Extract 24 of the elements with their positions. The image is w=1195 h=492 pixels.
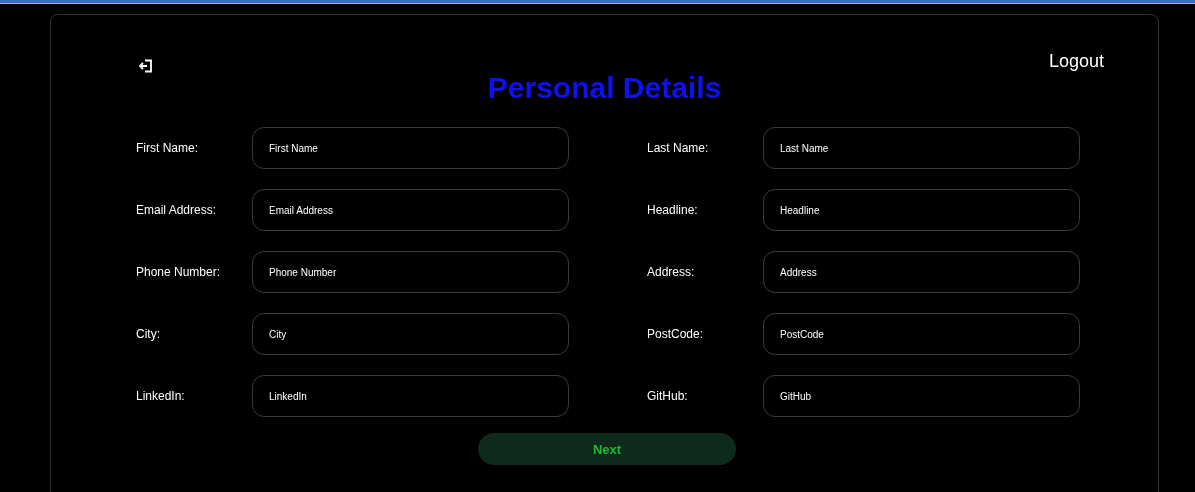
field-label: Last Name:	[647, 141, 710, 155]
input-field[interactable]: Last Name	[763, 127, 1080, 169]
field-label: First Name:	[136, 141, 199, 155]
input-field[interactable]: Headline	[763, 189, 1080, 231]
field-label: PostCode:	[647, 327, 705, 341]
next-button[interactable]: Next	[478, 433, 736, 465]
input-field[interactable]: Address	[763, 251, 1080, 293]
field-label: GitHub:	[647, 389, 689, 403]
field-label: City:	[136, 327, 161, 341]
input-field[interactable]: First Name	[252, 127, 569, 169]
input-field[interactable]: PostCode	[763, 313, 1080, 355]
field-label: LinkedIn:	[136, 389, 186, 403]
input-field[interactable]: Phone Number	[252, 251, 569, 293]
input-field[interactable]: Email Address	[252, 189, 569, 231]
page-title: Personal Details	[486, 71, 723, 105]
field-label: Email Address:	[136, 203, 218, 217]
input-field[interactable]: LinkedIn	[252, 375, 569, 417]
sign-in-icon[interactable]	[139, 59, 153, 73]
field-label: Address:	[647, 265, 696, 279]
input-field[interactable]: City	[252, 313, 569, 355]
logout-link[interactable]: Logout	[1048, 51, 1104, 72]
field-label: Phone Number:	[136, 265, 222, 279]
field-label: Headline:	[647, 203, 699, 217]
input-field[interactable]: GitHub	[763, 375, 1080, 417]
